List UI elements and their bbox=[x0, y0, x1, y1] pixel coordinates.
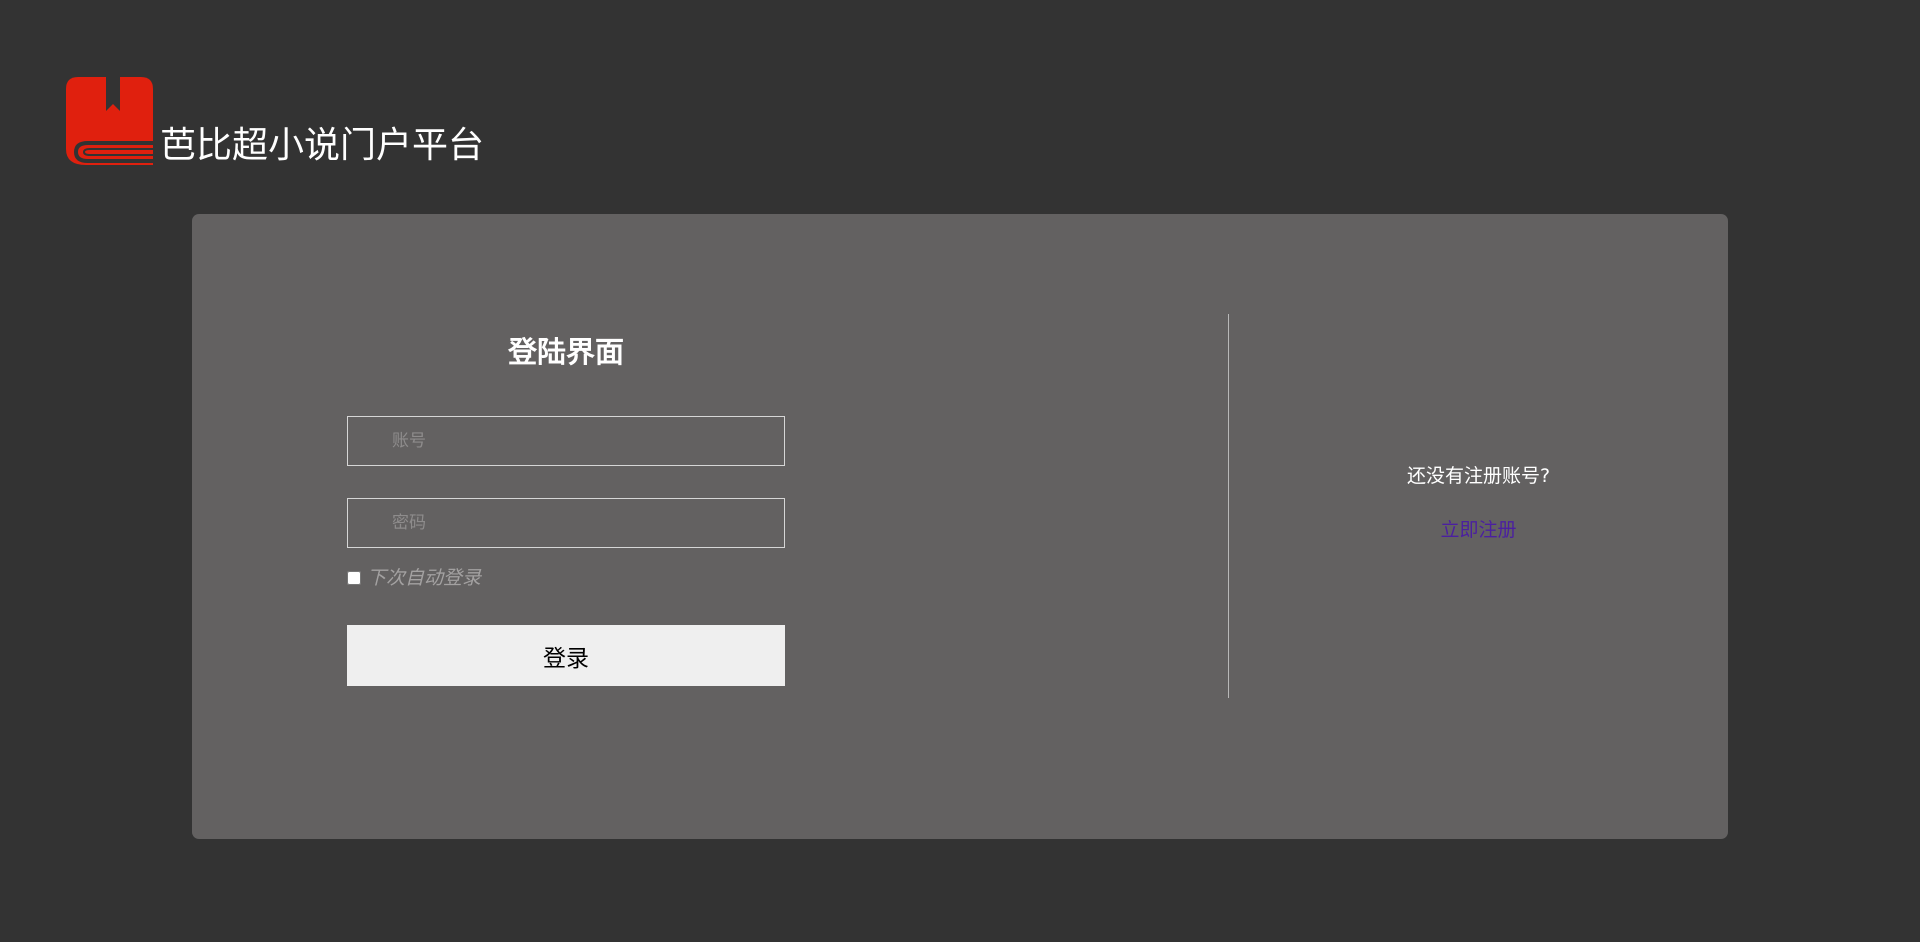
login-page: 芭比超小说门户平台 登陆界面 下次自动登录 登录 还没有注册账号? 立即注册 bbox=[0, 0, 1920, 942]
remember-me-row[interactable]: 下次自动登录 bbox=[347, 566, 481, 590]
login-form: 登陆界面 下次自动登录 bbox=[347, 334, 785, 589]
remember-me-checkbox[interactable] bbox=[347, 571, 361, 585]
login-heading: 登陆界面 bbox=[507, 335, 624, 369]
login-button[interactable]: 登录 bbox=[347, 625, 785, 686]
password-input[interactable] bbox=[347, 498, 785, 548]
register-prompt: 还没有注册账号? bbox=[1406, 465, 1551, 487]
site-title: 芭比超小说门户平台 bbox=[160, 125, 485, 166]
register-panel: 还没有注册账号? 立即注册 bbox=[1229, 464, 1728, 542]
book-icon bbox=[66, 77, 153, 165]
account-input[interactable] bbox=[347, 416, 785, 466]
login-card: 登陆界面 下次自动登录 登录 还没有注册账号? 立即注册 bbox=[192, 214, 1728, 839]
remember-me-label: 下次自动登录 bbox=[367, 567, 482, 589]
register-link[interactable]: 立即注册 bbox=[1440, 518, 1516, 542]
